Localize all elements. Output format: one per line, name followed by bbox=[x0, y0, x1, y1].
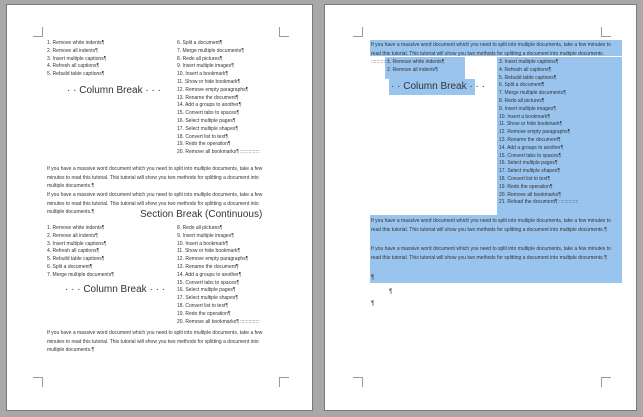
list-item[interactable]: 20. Remove all bookmarks¶ :::::::::::::: bbox=[177, 149, 260, 157]
list-item[interactable]: 4. Refresh all captions¶ bbox=[47, 63, 106, 71]
list-item[interactable]: 6. Split a document¶ bbox=[499, 82, 578, 90]
paragraph-selected[interactable]: If you have a massive word document whic… bbox=[371, 217, 621, 234]
list-column-2: 8. Redo all pictures¶ 9. Insert multiple … bbox=[177, 225, 260, 326]
list-item[interactable]: 3. Insert multiple captions¶ bbox=[47, 56, 106, 64]
list-item[interactable]: 18. Convert list to text¶ bbox=[177, 303, 260, 311]
column-break-marker: · · Column Break · · · bbox=[391, 81, 485, 92]
list-item[interactable]: 15. Convert tabs to spaces¶ bbox=[499, 153, 578, 161]
list-item[interactable]: 20. Remove all bookmarks¶ :::::::::::::: bbox=[177, 319, 260, 327]
list-item[interactable]: 14. Add a groups to another¶ bbox=[177, 102, 260, 110]
list-item[interactable]: 1. Remove white indents¶ bbox=[47, 40, 106, 48]
section-break-marker: Section Break (Continuous) bbox=[139, 209, 264, 220]
paragraph-mark: ¶ bbox=[389, 289, 393, 295]
list-item[interactable]: 17. Select multiple shapes¶ bbox=[177, 295, 260, 303]
crop-mark bbox=[353, 377, 363, 387]
list-item[interactable]: 19. Redo the operation¶ bbox=[499, 184, 578, 192]
list-item[interactable]: 16. Select multiple pages¶ bbox=[177, 118, 260, 126]
list-item[interactable]: 3. Insert multiple captions¶ bbox=[47, 241, 114, 249]
list-item[interactable]: 2. Remove all indents¶ bbox=[387, 67, 444, 75]
crop-mark bbox=[601, 27, 611, 37]
list-item[interactable]: 9. Insert multiple images¶ bbox=[177, 233, 260, 241]
crop-mark bbox=[33, 27, 43, 37]
list-item[interactable]: 8. Redo all pictures¶ bbox=[177, 56, 260, 64]
document-page-2[interactable]: If you have a massive word document whic… bbox=[324, 4, 637, 411]
list-column-1: 1. Remove white indents¶ 2. Remove all in… bbox=[47, 225, 114, 280]
paragraph[interactable]: If you have a massive word document whic… bbox=[47, 329, 275, 355]
list-item[interactable]: 20. Remove all bookmarks¶ bbox=[499, 192, 578, 200]
list-item[interactable]: 5. Rebuild table captions¶ bbox=[499, 75, 578, 83]
crop-mark bbox=[279, 27, 289, 37]
list-item[interactable]: 7. Merge multiple documents¶ bbox=[47, 272, 114, 280]
list-item[interactable]: 7. Merge multiple documents¶ bbox=[499, 90, 578, 98]
list-item[interactable]: 15. Convert tabs to spaces¶ bbox=[177, 280, 260, 288]
crop-mark bbox=[353, 27, 363, 37]
paragraph[interactable]: If you have a massive word document whic… bbox=[47, 165, 275, 191]
list-item[interactable]: 17. Select multiple shapes¶ bbox=[499, 168, 578, 176]
list-item[interactable]: 10. Insert a bookmark¶ bbox=[177, 71, 260, 79]
list-item[interactable]: 12. Remove empty paragraphs¶ bbox=[177, 256, 260, 264]
list-item[interactable]: 11. Show or hide bookmark¶ bbox=[177, 79, 260, 87]
list-item[interactable]: 9. Insert multiple images¶ bbox=[499, 106, 578, 114]
list-item[interactable]: 12. Remove empty paragraphs¶ bbox=[499, 129, 578, 137]
list-item[interactable]: 7. Merge multiple documents¶ bbox=[177, 48, 260, 56]
list-column-2: 3. Insert multiple captions¶ 4. Refresh a… bbox=[499, 59, 578, 207]
paragraph-selected[interactable]: If you have a massive word document whic… bbox=[371, 245, 621, 262]
list-item[interactable]: 6. Split a document¶ bbox=[177, 40, 260, 48]
list-item[interactable]: 16. Select multiple pages¶ bbox=[177, 287, 260, 295]
crop-mark bbox=[279, 377, 289, 387]
list-item[interactable]: 13. Rename the document¶ bbox=[177, 264, 260, 272]
list-item[interactable]: 10. Insert a bookmark¶ bbox=[499, 114, 578, 122]
document-page-1[interactable]: 1. Remove white indents¶ 2. Remove all in… bbox=[6, 4, 313, 411]
list-item[interactable]: 6. Split a document¶ bbox=[47, 264, 114, 272]
list-item[interactable]: 15. Convert tabs to spaces¶ bbox=[177, 110, 260, 118]
list-item[interactable]: 19. Redo the operation¶ bbox=[177, 141, 260, 149]
paragraph-mark: ¶ bbox=[371, 301, 375, 307]
list-item[interactable]: 10. Insert a bookmark¶ bbox=[177, 241, 260, 249]
list-item[interactable]: 5. Rebuild table captions¶ bbox=[47, 256, 114, 264]
list-item[interactable]: 1. Remove white indents¶ bbox=[47, 225, 114, 233]
crop-mark bbox=[601, 377, 611, 387]
list-item[interactable]: 21. Reload the document¶ :::::::::::::: bbox=[499, 199, 578, 207]
list-column-1: 1. Remove white indents¶ 2. Remove all in… bbox=[387, 59, 444, 75]
list-item[interactable]: 1. Remove white indents¶ bbox=[387, 59, 444, 67]
list-item[interactable]: 2. Remove all indents¶ bbox=[47, 48, 106, 56]
list-item[interactable]: 4. Refresh all captions¶ bbox=[47, 248, 114, 256]
list-item[interactable]: 18. Convert list to text¶ bbox=[177, 134, 260, 142]
list-item[interactable]: 18. Convert list to text¶ bbox=[499, 176, 578, 184]
list-item[interactable]: 11. Show or hide bookmark¶ bbox=[177, 248, 260, 256]
list-item[interactable]: 8. Redo all pictures¶ bbox=[177, 225, 260, 233]
list-item[interactable]: 13. Rename the document¶ bbox=[499, 137, 578, 145]
list-column-2: 6. Split a document¶ 7. Merge multiple do… bbox=[177, 40, 260, 157]
list-item[interactable]: 4. Refresh all captions¶ bbox=[499, 67, 578, 75]
list-item[interactable]: 13. Rename the document¶ bbox=[177, 95, 260, 103]
list-item[interactable]: 11. Show or hide bookmark¶ bbox=[499, 121, 578, 129]
list-item[interactable]: 17. Select multiple shapes¶ bbox=[177, 126, 260, 134]
list-item[interactable]: 12. Remove empty paragraphs¶ bbox=[177, 87, 260, 95]
paragraph-mark: ¶ bbox=[371, 275, 375, 281]
column-break-marker: · · Column Break · · · bbox=[67, 85, 161, 96]
list-item[interactable]: 8. Redo all pictures¶ bbox=[499, 98, 578, 106]
list-item[interactable]: 16. Select multiple pages¶ bbox=[499, 160, 578, 168]
crop-mark bbox=[33, 377, 43, 387]
list-item[interactable]: 5. Rebuild table captions¶ bbox=[47, 71, 106, 79]
column-break-marker: · · · Column Break · · · bbox=[65, 284, 166, 295]
list-item[interactable]: 14. Add a groups to another¶ bbox=[499, 145, 578, 153]
list-item[interactable]: 14. Add a groups to another¶ bbox=[177, 272, 260, 280]
list-item[interactable]: 19. Redo the operation¶ bbox=[177, 311, 260, 319]
list-column-1: 1. Remove white indents¶ 2. Remove all in… bbox=[47, 40, 106, 79]
list-item[interactable]: 3. Insert multiple captions¶ bbox=[499, 59, 578, 67]
list-item[interactable]: 2. Remove all indents¶ bbox=[47, 233, 114, 241]
list-item[interactable]: 9. Insert multiple images¶ bbox=[177, 63, 260, 71]
